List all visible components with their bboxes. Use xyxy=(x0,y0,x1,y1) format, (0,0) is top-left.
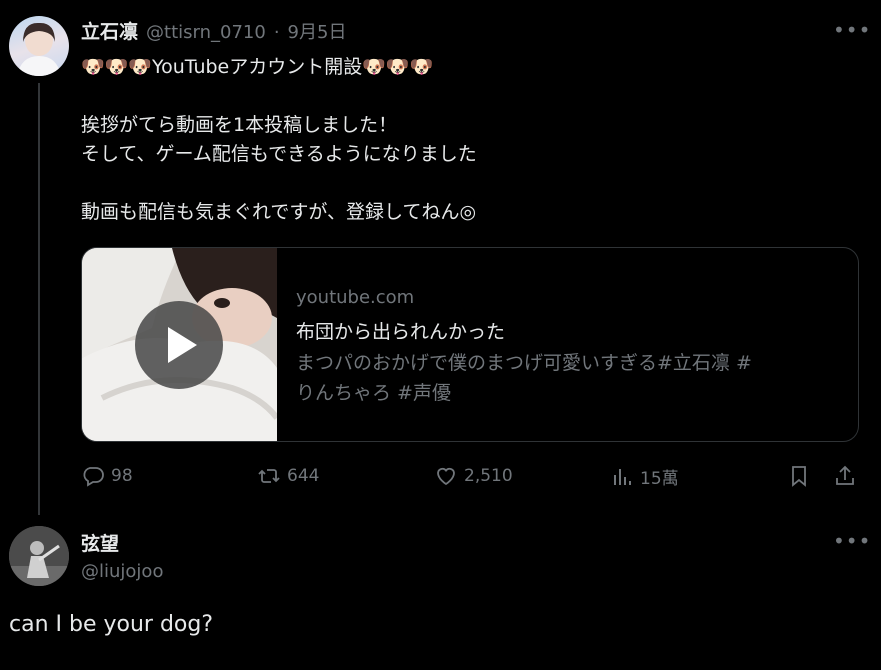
author-handle[interactable]: @ttisrn_0710 xyxy=(146,22,266,43)
separator: · xyxy=(273,22,280,43)
views-count: 15萬 xyxy=(640,469,679,489)
bookmark-button[interactable] xyxy=(787,464,811,488)
play-icon[interactable] xyxy=(135,301,223,389)
bookmark-icon xyxy=(792,466,806,487)
dog-emoji-icon: 🐶🐶🐶 xyxy=(362,56,434,78)
link-card[interactable]: youtube.com 布団から出られんかった まつパのおかげで僕のまつげ可愛い… xyxy=(81,247,859,442)
reply-author-name[interactable]: 弦望 xyxy=(81,529,119,556)
reply-button[interactable]: 98 xyxy=(81,464,133,488)
retweet-count: 644 xyxy=(287,466,320,486)
tweet-date[interactable]: 9月5日 xyxy=(288,18,347,44)
like-icon xyxy=(437,467,455,486)
views-button[interactable]: 15萬 xyxy=(610,464,679,489)
reply-count: 98 xyxy=(111,466,133,486)
reply-avatar-photo xyxy=(9,526,69,586)
like-button[interactable]: 2,510 xyxy=(434,464,513,488)
reply-icon xyxy=(83,467,104,487)
views-icon xyxy=(614,468,631,485)
retweet-button[interactable]: 644 xyxy=(257,464,319,488)
dog-emoji-icon: 🐶🐶🐶 xyxy=(81,56,152,78)
card-description: まつパのおかげで僕のまつげ可愛いすぎる#立石凛 # りんちゃろ #声優 xyxy=(296,352,752,404)
tweet-header: 立石凛 @ttisrn_0710 · 9月5日 xyxy=(81,17,346,44)
share-button[interactable] xyxy=(833,464,857,488)
more-icon[interactable]: ••• xyxy=(833,18,871,42)
reply-text: can I be your dog? xyxy=(9,612,214,637)
share-icon xyxy=(836,465,854,485)
tweet-body: 挨拶がてら動画を1本投稿しました！ そして、ゲーム配信もできるようになりました … xyxy=(81,114,477,223)
avatar-photo xyxy=(17,22,61,76)
author-avatar[interactable] xyxy=(9,16,69,76)
retweet-icon xyxy=(258,469,280,483)
more-icon[interactable]: ••• xyxy=(833,529,871,553)
card-title: 布団から出られんかった xyxy=(296,321,506,343)
thread-line xyxy=(38,83,40,515)
like-count: 2,510 xyxy=(464,466,513,486)
reply-author-avatar[interactable] xyxy=(9,526,69,586)
video-thumbnail[interactable] xyxy=(82,248,277,441)
headline-text: YouTubeアカウント開設 xyxy=(151,56,363,78)
author-name[interactable]: 立石凛 xyxy=(81,17,138,44)
tweet-headline: 🐶🐶🐶YouTubeアカウント開設🐶🐶🐶 xyxy=(81,52,433,79)
reply-author-handle[interactable]: @liujojoo xyxy=(81,561,163,582)
card-domain: youtube.com xyxy=(296,287,415,308)
play-triangle xyxy=(168,327,197,363)
